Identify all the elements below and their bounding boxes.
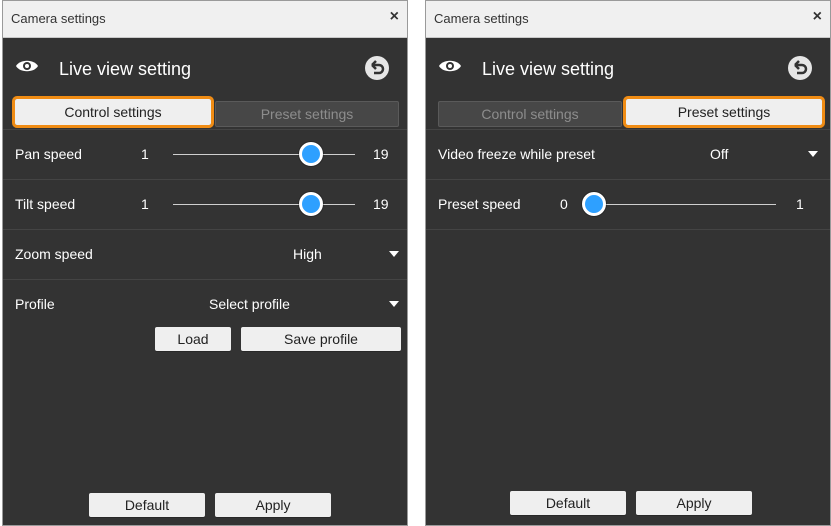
window-title: Camera settings xyxy=(434,11,529,26)
default-button[interactable]: Default xyxy=(89,493,205,517)
zoom-speed-label: Zoom speed xyxy=(15,246,93,262)
tabs: Control settings Preset settings xyxy=(438,96,825,129)
preset-speed-label: Preset speed xyxy=(438,196,521,212)
video-freeze-label: Video freeze while preset xyxy=(438,146,595,162)
tab-preset-settings[interactable]: Preset settings xyxy=(215,101,399,127)
title-bar: Camera settings × xyxy=(426,1,830,38)
tilt-speed-label: Tilt speed xyxy=(15,196,76,212)
pan-speed-max: 19 xyxy=(373,146,389,162)
window-title: Camera settings xyxy=(11,11,106,26)
header-title: Live view setting xyxy=(482,59,615,79)
profile-dropdown[interactable]: Select profile xyxy=(209,296,290,312)
load-button[interactable]: Load xyxy=(155,327,231,351)
preset-speed-min: 0 xyxy=(560,196,568,212)
pan-speed-row: Pan speed 1 19 xyxy=(3,129,407,180)
preset-speed-thumb[interactable] xyxy=(582,192,606,216)
tilt-speed-min: 1 xyxy=(141,196,149,212)
pan-speed-thumb[interactable] xyxy=(299,142,323,166)
default-button[interactable]: Default xyxy=(510,491,626,515)
title-bar: Camera settings × xyxy=(3,1,407,38)
preset-speed-row: Preset speed 0 1 xyxy=(426,179,830,230)
pan-speed-min: 1 xyxy=(141,146,149,162)
tilt-speed-thumb[interactable] xyxy=(299,192,323,216)
header-title: Live view setting xyxy=(59,59,192,79)
live-view-header: Live view setting xyxy=(3,37,407,95)
pan-speed-slider[interactable] xyxy=(173,154,355,155)
tilt-speed-row: Tilt speed 1 19 xyxy=(3,179,407,230)
close-icon[interactable]: × xyxy=(390,8,399,26)
video-freeze-row: Video freeze while preset Off xyxy=(426,129,830,180)
preset-speed-slider[interactable] xyxy=(586,204,776,205)
divider xyxy=(426,229,830,230)
back-icon[interactable] xyxy=(788,56,812,80)
chevron-down-icon[interactable] xyxy=(389,301,399,307)
preset-speed-max: 1 xyxy=(796,196,804,212)
chevron-down-icon[interactable] xyxy=(389,251,399,257)
video-freeze-dropdown[interactable]: Off xyxy=(710,146,728,162)
close-icon[interactable]: × xyxy=(813,8,822,26)
zoom-speed-row: Zoom speed High xyxy=(3,229,407,280)
back-icon[interactable] xyxy=(365,56,389,80)
tab-control-settings[interactable]: Control settings xyxy=(12,96,214,128)
live-view-header: Live view setting xyxy=(426,37,830,95)
eye-icon xyxy=(16,60,38,72)
apply-button[interactable]: Apply xyxy=(636,491,752,515)
profile-row: Profile Select profile Load Save profile xyxy=(3,279,407,368)
eye-icon xyxy=(439,60,461,72)
chevron-down-icon[interactable] xyxy=(808,151,818,157)
pan-speed-label: Pan speed xyxy=(15,146,82,162)
tabs: Control settings Preset settings xyxy=(12,96,399,129)
camera-settings-window-preset: Camera settings × Live view setting Cont… xyxy=(425,0,831,526)
save-profile-button[interactable]: Save profile xyxy=(241,327,401,351)
camera-settings-window-control: Camera settings × Live view setting Cont… xyxy=(2,0,408,526)
profile-label: Profile xyxy=(15,296,55,312)
apply-button[interactable]: Apply xyxy=(215,493,331,517)
zoom-speed-dropdown[interactable]: High xyxy=(293,246,322,262)
tilt-speed-max: 19 xyxy=(373,196,389,212)
tilt-speed-slider[interactable] xyxy=(173,204,355,205)
tab-preset-settings[interactable]: Preset settings xyxy=(623,96,825,128)
tab-control-settings[interactable]: Control settings xyxy=(438,101,622,127)
